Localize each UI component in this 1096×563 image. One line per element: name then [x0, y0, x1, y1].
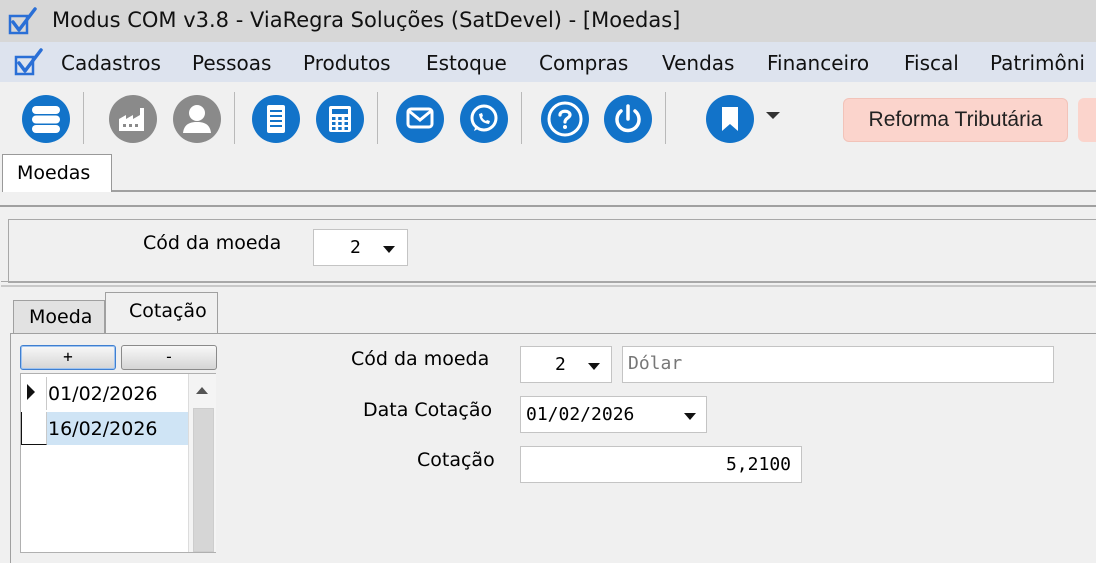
cod-moeda-combo[interactable]: 2	[313, 229, 408, 266]
list-item-date: 16/02/2026	[47, 412, 189, 445]
mail-icon	[396, 95, 444, 143]
database-icon	[22, 95, 70, 143]
data-cotacao-label: Data Cotação	[363, 399, 493, 421]
data-cotacao-value: 01/02/2026	[526, 404, 635, 425]
tab-cotacao[interactable]: Cotação	[105, 292, 218, 334]
menu-fiscal[interactable]: Fiscal	[904, 51, 959, 75]
user-button[interactable]	[172, 94, 222, 144]
remove-button[interactable]: -	[121, 345, 217, 370]
reforma-tributaria-button[interactable]: Reforma Tributária	[843, 98, 1068, 142]
menu-financeiro[interactable]: Financeiro	[767, 51, 869, 75]
bookmark-button[interactable]	[705, 94, 755, 144]
toolbar-separator	[377, 92, 378, 144]
calculator-button[interactable]	[315, 94, 365, 144]
cotacao-list: 01/02/2026 16/02/2026	[20, 373, 216, 553]
power-icon	[604, 95, 652, 143]
title-bar: Modus COM v3.8 - ViaRegra Soluções (SatD…	[0, 0, 1096, 43]
whatsapp-icon	[460, 95, 508, 143]
mail-button[interactable]	[395, 94, 445, 144]
cod-moeda-field-value: 2	[555, 354, 566, 375]
help-button[interactable]	[540, 94, 590, 144]
toolbar-separator	[665, 92, 666, 144]
list-item[interactable]: 01/02/2026	[21, 377, 189, 410]
menu-patrimonio[interactable]: Patrimôni	[990, 51, 1085, 75]
menu-cadastros[interactable]: Cadastros	[61, 51, 161, 75]
document-button[interactable]	[251, 94, 301, 144]
data-cotacao-combo[interactable]: 01/02/2026	[520, 396, 707, 433]
user-icon	[173, 95, 221, 143]
row-indicator	[21, 412, 47, 445]
tabstrip-divider	[112, 190, 1096, 192]
menu-produtos[interactable]: Produtos	[303, 51, 391, 75]
window-title: Modus COM v3.8 - ViaRegra Soluções (SatD…	[52, 8, 681, 32]
descricao-moeda-field: Dólar	[622, 346, 1054, 383]
bookmark-icon	[706, 95, 754, 143]
list-scrollbar[interactable]	[188, 374, 216, 552]
chevron-down-icon[interactable]	[588, 363, 600, 370]
chevron-down-icon[interactable]	[684, 413, 696, 420]
list-item-date: 01/02/2026	[47, 377, 189, 410]
scroll-up-icon[interactable]	[196, 387, 208, 394]
current-row-arrow-icon	[27, 384, 35, 400]
list-item[interactable]: 16/02/2026	[21, 412, 189, 445]
tab-moeda[interactable]: Moeda	[13, 300, 105, 334]
document-tabstrip: Moedas	[0, 152, 1096, 192]
app-checkmark-icon	[8, 7, 37, 35]
chevron-down-icon[interactable]	[766, 112, 780, 119]
power-button[interactable]	[603, 94, 653, 144]
row-indicator	[21, 377, 47, 410]
whatsapp-button[interactable]	[459, 94, 509, 144]
toolbar-separator	[234, 92, 235, 144]
divider	[1, 281, 1096, 287]
app-checkmark-icon[interactable]	[14, 47, 44, 77]
menu-vendas[interactable]: Vendas	[662, 51, 734, 75]
add-button[interactable]: +	[20, 345, 116, 370]
menu-compras[interactable]: Compras	[539, 51, 628, 75]
divider	[0, 205, 1096, 207]
cotacao-label: Cotação	[417, 449, 495, 471]
factory-button[interactable]	[108, 94, 158, 144]
toolbar: Reforma Tributária	[0, 82, 1096, 152]
cod-moeda-label: Cód da moeda	[143, 232, 282, 254]
tab-moedas[interactable]: Moedas	[2, 154, 112, 192]
chevron-down-icon[interactable]	[383, 246, 395, 253]
calculator-icon	[316, 95, 364, 143]
toolbar-separator	[521, 92, 522, 144]
cod-moeda-value: 2	[350, 237, 361, 258]
document-icon	[252, 95, 300, 143]
toolbar-separator	[83, 92, 84, 144]
cod-moeda-field-label: Cód da moeda	[351, 348, 490, 370]
cod-moeda-field-combo[interactable]: 2	[520, 346, 612, 383]
main-form: Cód da moeda 2 Moeda Cotação + - 01/02/2…	[0, 205, 1096, 563]
toolbar-next-button[interactable]	[1078, 98, 1096, 142]
menu-pessoas[interactable]: Pessoas	[192, 51, 271, 75]
header-panel: Cód da moeda 2	[1, 219, 1096, 287]
factory-icon	[109, 95, 157, 143]
cotacao-input[interactable]: 5,2100	[520, 446, 802, 483]
scrollbar-thumb[interactable]	[193, 408, 214, 552]
help-icon	[541, 95, 589, 143]
database-button[interactable]	[21, 94, 71, 144]
menu-bar: Cadastros Pessoas Produtos Estoque Compr…	[0, 42, 1096, 83]
menu-estoque[interactable]: Estoque	[426, 51, 507, 75]
